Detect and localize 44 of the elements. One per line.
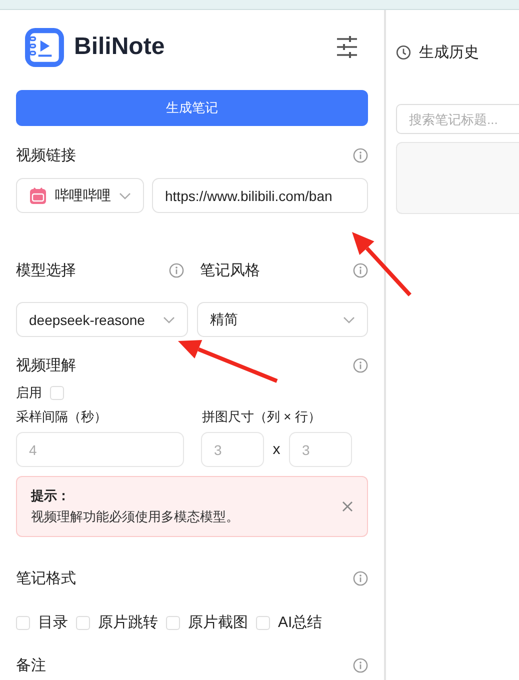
field-label: 视频理解 bbox=[16, 356, 76, 374]
field-label: 备注 bbox=[16, 656, 46, 674]
field-label: 采样间隔（秒） bbox=[16, 408, 108, 426]
checkbox[interactable] bbox=[76, 616, 90, 630]
info-icon[interactable] bbox=[353, 658, 368, 672]
settings-icon[interactable] bbox=[336, 36, 358, 58]
app-title: BiliNote bbox=[74, 33, 165, 61]
field-label: 笔记风格 bbox=[200, 260, 260, 280]
times-sign: x bbox=[272, 441, 282, 458]
checkbox-label: AI总结 bbox=[278, 613, 322, 632]
info-icon[interactable] bbox=[353, 148, 368, 162]
section-title: 生成历史 bbox=[419, 43, 479, 62]
alert-message: 视频理解功能必须使用多模态模型。 bbox=[31, 508, 239, 526]
info-icon[interactable] bbox=[353, 570, 368, 586]
style-select[interactable]: 精简 bbox=[197, 302, 368, 337]
checkbox[interactable] bbox=[166, 616, 180, 630]
info-icon[interactable] bbox=[353, 262, 368, 278]
checkbox-label: 原片截图 bbox=[188, 613, 248, 632]
field-label: 视频链接 bbox=[16, 146, 76, 164]
checkbox[interactable] bbox=[50, 386, 64, 400]
logo-icon bbox=[24, 26, 65, 68]
alert-title: 提示： bbox=[31, 487, 71, 505]
search-field[interactable]: 搜索笔记标题... bbox=[396, 104, 519, 134]
chevron-icon bbox=[343, 316, 355, 324]
tv-icon bbox=[29, 186, 47, 204]
annotation-arrow bbox=[352, 232, 412, 296]
platform-select[interactable]: 哔哩哔哩 bbox=[16, 178, 144, 213]
generate-button[interactable]: 生成笔记 bbox=[16, 90, 368, 126]
checkbox-label: 启用 bbox=[16, 384, 42, 402]
checkbox-label: 目录 bbox=[38, 613, 68, 632]
clock-icon bbox=[396, 45, 411, 60]
field-label: 笔记格式 bbox=[16, 568, 76, 588]
url-field[interactable]: https://www.bilibili.com/ban bbox=[152, 178, 368, 213]
checkbox[interactable] bbox=[256, 616, 270, 630]
chevron-icon bbox=[119, 192, 131, 200]
close-icon[interactable] bbox=[342, 501, 353, 512]
chevron-icon bbox=[163, 316, 175, 324]
info-icon[interactable] bbox=[169, 262, 184, 278]
field-label: 拼图尺寸（列 × 行） bbox=[202, 408, 321, 426]
model-select[interactable]: deepseek-reasone bbox=[16, 302, 188, 337]
field-label: 模型选择 bbox=[16, 260, 76, 280]
info-icon[interactable] bbox=[353, 358, 368, 372]
checkbox[interactable] bbox=[16, 616, 30, 630]
checkbox-label: 原片跳转 bbox=[98, 613, 158, 632]
